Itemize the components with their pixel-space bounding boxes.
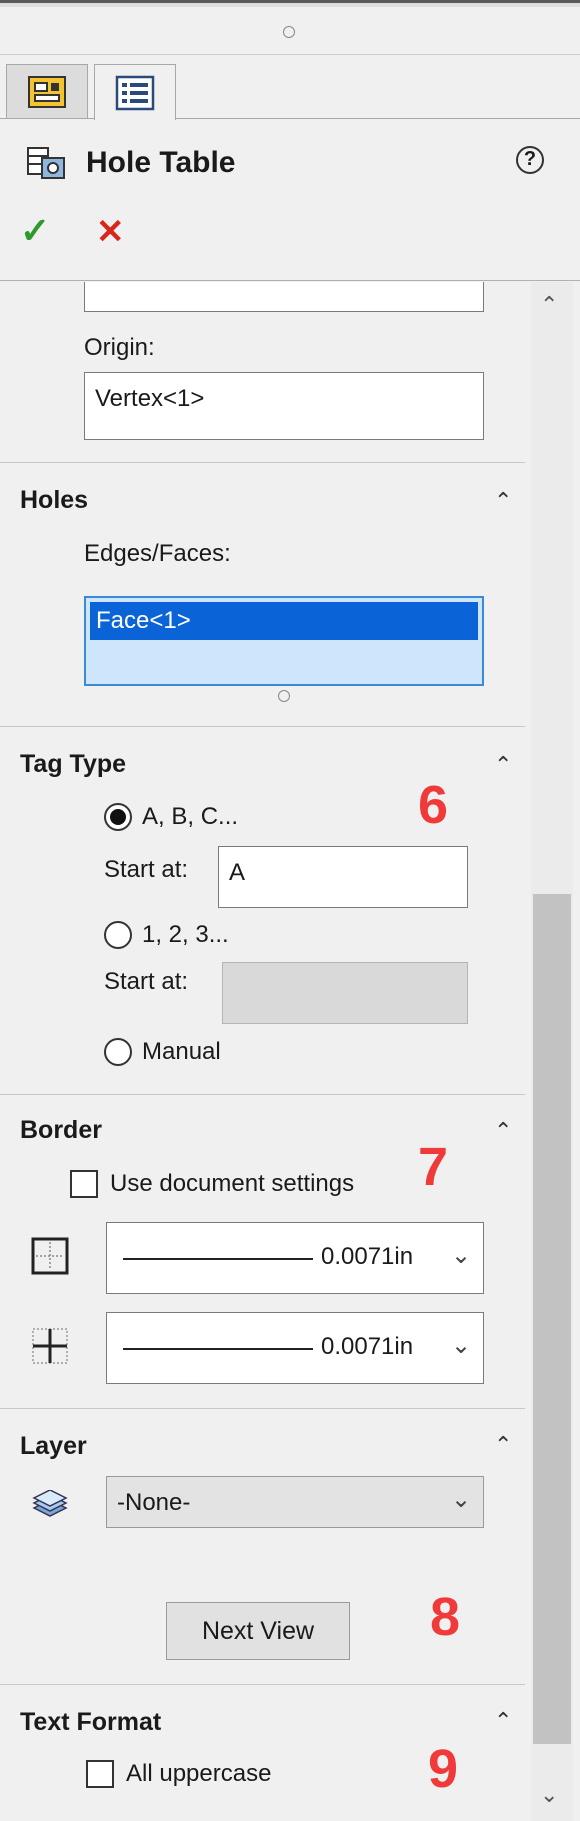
chevron-down-icon: ⌄ [451,1332,472,1359]
section-divider [0,1094,525,1095]
section-divider [0,1408,525,1409]
collapse-border-icon[interactable]: ⌃ [494,1118,512,1144]
origin-field[interactable]: Vertex<1> [84,372,484,440]
inner-border-thickness-dropdown[interactable]: 0.0071in ⌄ [106,1312,484,1384]
layer-dropdown[interactable]: -None- ⌄ [106,1476,484,1528]
collapse-text-format-icon[interactable]: ⌃ [494,1708,512,1734]
window-top-bar [0,3,580,7]
next-view-button[interactable]: Next View [166,1602,350,1660]
inner-border-icon [32,1328,68,1364]
ok-button[interactable]: ✓ [20,210,50,252]
line-thickness-preview [123,1258,313,1260]
tab-property-manager[interactable] [94,64,176,120]
layer-value: -None- [117,1489,191,1516]
scroll-down-arrow[interactable]: ⌄ [540,1782,558,1808]
start-at-label-1: Start at: [104,856,189,883]
start-at-field-letters[interactable]: A [218,846,468,908]
line-thickness-preview [123,1348,313,1350]
panel-grip-handle[interactable] [283,26,295,38]
radio-manual[interactable] [104,1038,132,1066]
section-divider [0,726,525,727]
all-uppercase-label: All uppercase [126,1760,272,1787]
section-divider [0,462,525,463]
callout-number-9: 9 [428,1739,459,1799]
section-title-tag-type: Tag Type [20,750,127,778]
collapse-layer-icon[interactable]: ⌃ [494,1432,512,1458]
cancel-button[interactable]: ✕ [96,212,125,252]
inner-border-value: 0.0071in [321,1333,414,1360]
tab-baseline [0,118,94,119]
collapse-tag-type-icon[interactable]: ⌃ [494,752,512,778]
edges-faces-label: Edges/Faces: [84,540,231,567]
outer-border-thickness-dropdown[interactable]: 0.0071in ⌄ [106,1222,484,1294]
list-item-face[interactable]: Face<1> [90,602,478,640]
section-divider [0,1684,525,1685]
callout-number-6: 6 [418,775,449,835]
chevron-down-icon: ⌄ [451,1486,472,1513]
tab-baseline [176,118,580,119]
radio-abc-label: A, B, C... [142,803,239,830]
scrollbar-thumb[interactable] [533,894,571,1744]
radio-123[interactable] [104,921,132,949]
outer-border-value: 0.0071in [321,1243,414,1270]
section-title-border: Border [20,1116,102,1144]
outer-border-icon [31,1237,69,1275]
feature-manager-icon [28,76,66,108]
section-title-holes: Holes [20,486,89,514]
section-title-text-format: Text Format [20,1708,162,1736]
scroll-up-arrow[interactable]: ⌃ [540,292,558,318]
property-manager-icon [115,75,155,111]
callout-number-7: 7 [418,1137,449,1197]
chevron-down-icon: ⌄ [451,1242,472,1269]
tab-feature-manager[interactable] [6,64,88,118]
start-at-field-numbers [222,962,468,1024]
start-at-label-2: Start at: [104,968,189,995]
radio-manual-label: Manual [142,1038,221,1065]
callout-number-8: 8 [430,1587,461,1647]
divider [0,54,580,55]
layer-icon [32,1490,68,1517]
radio-abc[interactable] [104,803,132,831]
datum-edge-field[interactable] [84,282,484,312]
list-resize-grip[interactable] [278,690,290,702]
hole-table-icon [27,147,65,179]
edges-faces-list[interactable]: Face<1> [84,596,484,686]
help-icon[interactable]: ? [516,146,544,174]
use-document-settings-checkbox[interactable] [70,1170,98,1198]
radio-123-label: 1, 2, 3... [142,921,229,948]
header-divider [0,280,580,281]
origin-label: Origin: [84,334,155,361]
section-title-layer: Layer [20,1432,87,1460]
collapse-holes-icon[interactable]: ⌃ [494,488,512,514]
panel-title: Hole Table [86,146,236,179]
use-document-settings-label: Use document settings [110,1170,355,1197]
all-uppercase-checkbox[interactable] [86,1760,114,1788]
